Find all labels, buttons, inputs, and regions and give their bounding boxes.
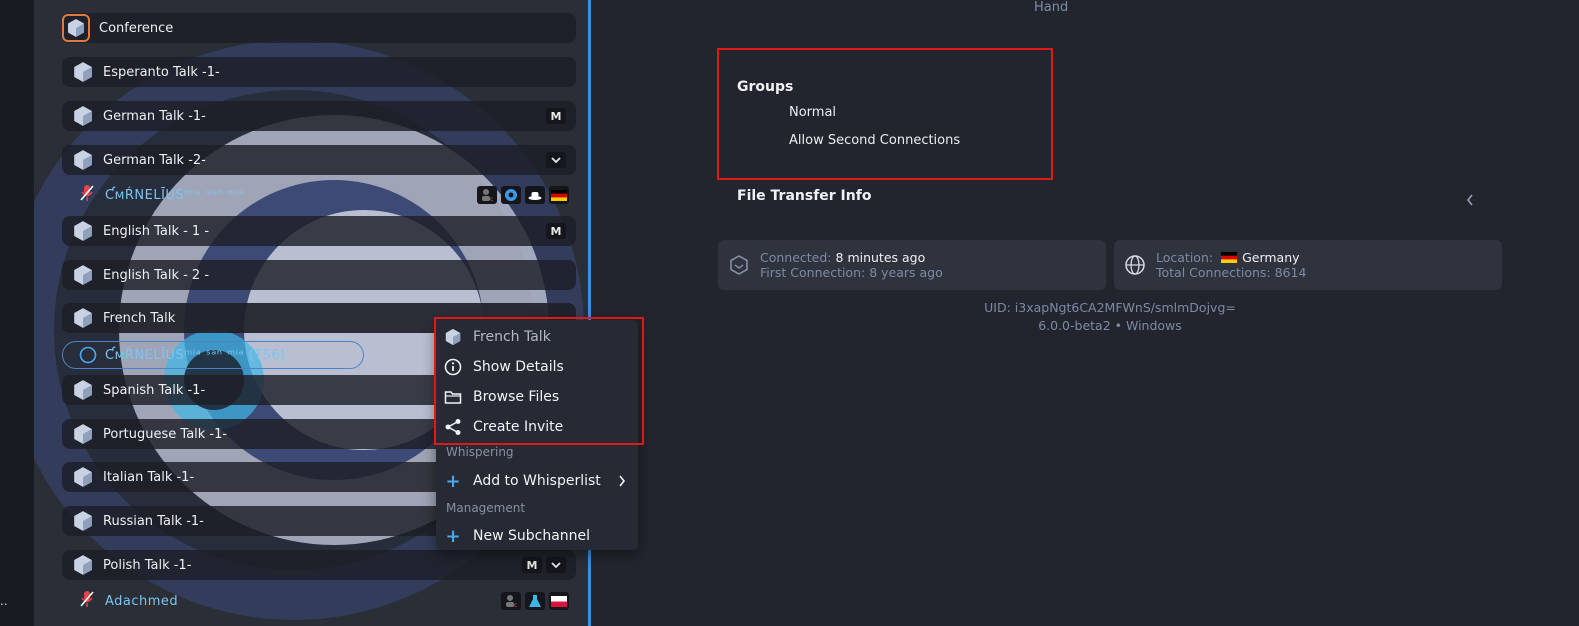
channel-icon xyxy=(72,510,94,532)
chevron-down-icon[interactable] xyxy=(546,152,566,168)
menu-item-add-whisperlist[interactable]: + Add to Whisperlist xyxy=(436,467,638,495)
first-connection: First Connection: 8 years ago xyxy=(760,265,943,280)
client-item[interactable]: ƇᴍŔNELĪUSᵐⁱᵃ ˢᵃⁿ ᵐⁱᵃ c xyxy=(79,182,569,208)
status-ring-icon xyxy=(79,346,97,364)
channel-icon xyxy=(72,307,94,329)
channel-label: Esperanto Talk -1- xyxy=(103,64,220,80)
menu-item-label: Add to Whisperlist xyxy=(473,473,601,489)
microphone-muted-icon xyxy=(79,590,95,612)
channel-label: Portuguese Talk -1- xyxy=(103,426,228,442)
channel-label: Polish Talk -1- xyxy=(103,557,192,573)
chevron-right-icon xyxy=(618,475,626,487)
menu-item-create-invite[interactable]: Create Invite xyxy=(436,413,638,441)
channel-icon xyxy=(72,105,94,127)
menu-item-show-details[interactable]: Show Details xyxy=(436,353,638,381)
menu-item-label: Show Details xyxy=(473,359,564,375)
channel-icon xyxy=(72,264,94,286)
microphone-muted-icon xyxy=(79,184,95,206)
menu-item-new-subchannel[interactable]: + New Subchannel xyxy=(436,522,638,550)
highlight-box-groups xyxy=(717,48,1053,180)
channel-icon xyxy=(72,61,94,83)
channel-label: Conference xyxy=(99,20,174,36)
svg-text:c: c xyxy=(490,196,493,202)
channel-icon xyxy=(72,423,94,445)
channel-icon xyxy=(72,379,94,401)
channel-item[interactable]: German Talk -1- M xyxy=(62,101,576,131)
context-menu-title-label: French Talk xyxy=(473,329,551,345)
info-icon xyxy=(444,358,462,376)
connection-card: Connected: 8 minutes ago First Connectio… xyxy=(718,240,1106,290)
client-uid-block: UID: i3xapNgt6CA2MFWnS/smlmDojvg= 6.0.0-… xyxy=(718,299,1502,335)
channel-item[interactable]: Polish Talk -1- M xyxy=(62,550,576,580)
file-transfer-heading: File Transfer Info xyxy=(737,188,872,204)
channel-label: Russian Talk -1- xyxy=(103,513,204,529)
client-uid[interactable]: UID: i3xapNgt6CA2MFWnS/smlmDojvg= xyxy=(718,299,1502,317)
menu-item-browse-files[interactable]: Browse Files xyxy=(436,383,638,411)
client-version: 6.0.0-beta2 • Windows xyxy=(1038,318,1182,333)
channel-label: German Talk -1- xyxy=(103,108,206,124)
gear-badge-icon xyxy=(501,186,521,204)
channel-icon xyxy=(72,554,94,576)
more-dots[interactable]: .. xyxy=(0,594,8,608)
channel-icon xyxy=(72,466,94,488)
channel-label: French Talk xyxy=(103,310,176,326)
chevron-left-icon[interactable] xyxy=(1466,194,1474,210)
user-badge-icon: c xyxy=(501,592,521,610)
connected-value: 8 minutes ago xyxy=(835,250,926,265)
channel-label: Italian Talk -1- xyxy=(103,469,195,485)
moderated-badge: M xyxy=(546,108,566,124)
plus-icon: + xyxy=(445,470,461,492)
chevron-down-icon[interactable] xyxy=(546,557,566,573)
user-badge-icon: c xyxy=(477,186,497,204)
moderated-badge: M xyxy=(546,223,566,239)
client-name: ƇᴍŔNELĪUSᵐⁱᵃ ˢᵃⁿ ᵐⁱᵃ (TS6) xyxy=(105,347,286,363)
share-icon xyxy=(444,418,462,436)
total-connections: Total Connections: 8614 xyxy=(1156,265,1307,280)
channel-item[interactable]: Esperanto Talk -1- xyxy=(62,57,576,87)
section-management: Management xyxy=(446,501,526,515)
flag-germany-icon xyxy=(1221,252,1238,263)
client-name: Adachmed xyxy=(105,593,179,609)
flag-germany-icon xyxy=(549,186,569,204)
server-rail: .. xyxy=(0,0,34,626)
client-item[interactable]: Adachmed c xyxy=(79,588,569,614)
menu-item-label: New Subchannel xyxy=(473,528,591,544)
hand-label: Hand xyxy=(1034,0,1069,15)
channel-icon xyxy=(62,14,90,42)
flag-poland-icon xyxy=(549,592,569,610)
context-menu: French Talk Show Details Browse Files Cr… xyxy=(436,320,638,550)
connection-icon xyxy=(728,254,750,276)
channel-icon xyxy=(72,220,94,242)
folder-icon xyxy=(444,388,462,406)
channel-label: English Talk - 2 - xyxy=(103,267,210,283)
channel-icon xyxy=(444,328,462,346)
flask-badge-icon xyxy=(525,592,545,610)
plus-icon: + xyxy=(445,525,461,547)
location-value: Germany xyxy=(1242,250,1300,265)
group-item: Normal xyxy=(789,105,837,120)
groups-heading: Groups xyxy=(737,79,794,95)
context-menu-title: French Talk xyxy=(436,323,638,351)
channel-label: Spanish Talk -1- xyxy=(103,382,206,398)
client-name: ƇᴍŔNELĪUSᵐⁱᵃ ˢᵃⁿ ᵐⁱᵃ xyxy=(105,187,245,203)
channel-label: German Talk -2- xyxy=(103,152,206,168)
channel-label: English Talk - 1 - xyxy=(103,223,210,239)
connected-label: Connected: xyxy=(760,250,832,265)
channel-item[interactable]: German Talk -2- xyxy=(62,145,576,175)
channel-item[interactable]: Conference xyxy=(62,13,576,43)
globe-icon xyxy=(1124,254,1146,276)
moderated-badge: M xyxy=(522,557,542,573)
group-item: Allow Second Connections xyxy=(789,133,961,148)
channel-icon xyxy=(72,149,94,171)
hat-badge-icon xyxy=(525,186,545,204)
svg-text:c: c xyxy=(514,602,517,608)
channel-item[interactable]: English Talk - 2 - xyxy=(62,260,576,290)
location-label: Location: xyxy=(1156,250,1214,265)
client-item[interactable]: ƇᴍŔNELĪUSᵐⁱᵃ ˢᵃⁿ ᵐⁱᵃ (TS6) xyxy=(62,341,364,369)
menu-item-label: Browse Files xyxy=(473,389,560,405)
channel-item[interactable]: English Talk - 1 - M xyxy=(62,216,576,246)
section-whispering: Whispering xyxy=(446,445,514,459)
menu-item-label: Create Invite xyxy=(473,419,564,435)
location-card: Location: Germany Total Connections: 861… xyxy=(1114,240,1502,290)
